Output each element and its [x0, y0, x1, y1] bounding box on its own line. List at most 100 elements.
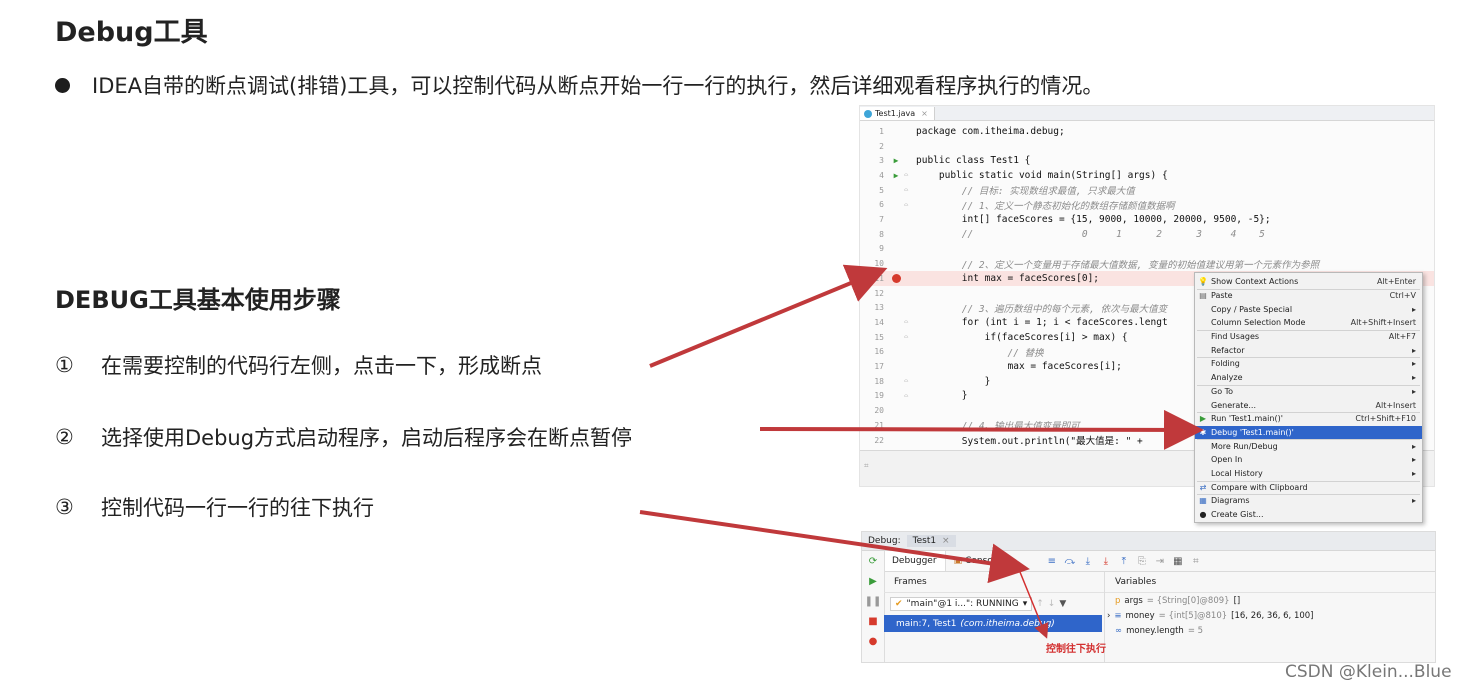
menu-item-refactor[interactable]: Refactor ▸: [1195, 344, 1422, 358]
line-number[interactable]: 22: [860, 436, 888, 445]
run-gutter-icon[interactable]: ▶: [894, 171, 899, 180]
evaluate-icon[interactable]: ▦: [1169, 556, 1187, 567]
close-icon[interactable]: ×: [942, 536, 950, 546]
stop-icon[interactable]: ■: [862, 611, 884, 631]
line-number[interactable]: 5: [860, 186, 888, 195]
structure-icon[interactable]: ⌗: [864, 461, 869, 471]
variable-type: = {String[0]@809}: [1146, 595, 1230, 606]
line-number[interactable]: 10: [860, 259, 888, 268]
rerun-icon[interactable]: ⟳: [862, 551, 884, 571]
gutter-run[interactable]: ▶: [888, 156, 904, 165]
fold-icon[interactable]: ⌓: [904, 201, 916, 209]
menu-item-copy-paste-special[interactable]: Copy / Paste Special ▸: [1195, 302, 1422, 316]
line-number[interactable]: 13: [860, 303, 888, 312]
fold-icon[interactable]: ⌓: [904, 392, 916, 400]
fold-icon[interactable]: ⌓: [904, 186, 916, 194]
run-gutter-icon[interactable]: ▶: [894, 156, 899, 165]
lightbulb-icon: 💡: [1198, 277, 1208, 287]
line-number[interactable]: 8: [860, 230, 888, 239]
run-to-cursor-icon[interactable]: ⇥: [1151, 556, 1169, 567]
code-line[interactable]: 5 ⌓ // 目标: 实现数组求最值, 只求最大值: [860, 183, 1434, 198]
menu-item-go-to[interactable]: Go To ▸: [1195, 385, 1422, 399]
line-number[interactable]: 1: [860, 127, 888, 136]
code-line[interactable]: 3 ▶ public class Test1 {: [860, 153, 1434, 168]
fold-icon[interactable]: ⌓: [904, 333, 916, 341]
variable-row[interactable]: › ≡ money = {int[5]@810} [16, 26, 36, 6, 100…: [1105, 608, 1435, 623]
fold-icon[interactable]: ⌓: [904, 318, 916, 326]
fold-icon[interactable]: ⌓: [904, 377, 916, 385]
frame-row[interactable]: main:7, Test1 (com.itheima.debug): [884, 615, 1102, 632]
line-number[interactable]: 6: [860, 200, 888, 209]
code-line[interactable]: 2: [860, 139, 1434, 154]
code-line[interactable]: 7 int[] faceScores = {15, 9000, 10000, 2…: [860, 212, 1434, 227]
code-line[interactable]: 4 ▶ ⌓ public static void main(String[] arg…: [860, 168, 1434, 183]
java-class-icon: [864, 109, 872, 118]
menu-item-local-history[interactable]: Local History ▸: [1195, 467, 1422, 481]
down-icon[interactable]: ↓: [1048, 599, 1056, 609]
step-out-icon[interactable]: ⤒: [1115, 556, 1133, 567]
line-number[interactable]: 3: [860, 156, 888, 165]
step-over-icon[interactable]: ⤼: [1061, 556, 1079, 567]
menu-item-more-run-debug[interactable]: More Run/Debug ▸: [1195, 439, 1422, 453]
view-breakpoints-icon[interactable]: ●: [862, 631, 884, 651]
code-line[interactable]: 1 package com.itheima.debug;: [860, 124, 1434, 139]
show-execution-point-icon[interactable]: ≡: [1043, 556, 1061, 567]
up-icon[interactable]: ↑: [1036, 599, 1044, 609]
line-number[interactable]: 4: [860, 171, 888, 180]
force-step-into-icon[interactable]: ⤓: [1097, 556, 1115, 567]
code-line[interactable]: 8 // 0 1 2 3 4 5: [860, 227, 1434, 242]
filter-icon[interactable]: ▼: [1059, 599, 1066, 609]
expand-icon[interactable]: ›: [1107, 611, 1110, 621]
menu-item-generate[interactable]: Generate... Alt+Insert: [1195, 398, 1422, 412]
line-number[interactable]: 21: [860, 421, 888, 430]
menu-item-diagrams[interactable]: ▦ Diagrams ▸: [1195, 494, 1422, 508]
step-number: ②: [55, 425, 74, 449]
code-line[interactable]: 6 ⌓ // 1、定义一个静态初始化的数组存储颜值数据啊: [860, 198, 1434, 213]
variable-row[interactable]: ∞ money.length = 5: [1105, 623, 1435, 638]
gutter-breakpoint[interactable]: [888, 273, 904, 283]
line-number[interactable]: 9: [860, 244, 888, 253]
line-number[interactable]: 11: [860, 274, 888, 283]
line-number[interactable]: 15: [860, 333, 888, 342]
code-line[interactable]: 10 // 2、定义一个变量用于存储最大值数据, 变量的初始值建议用第一个元素作…: [860, 256, 1434, 271]
menu-item-find-usages[interactable]: Find Usages Alt+F7: [1195, 330, 1422, 344]
menu-item-folding[interactable]: Folding ▸: [1195, 357, 1422, 371]
menu-item-show-context-actions[interactable]: 💡 Show Context Actions Alt+Enter: [1195, 275, 1422, 289]
pause-icon[interactable]: ❚❚: [862, 591, 884, 611]
editor-tab-test1[interactable]: Test1.java ×: [860, 107, 935, 120]
line-number[interactable]: 7: [860, 215, 888, 224]
code-text: System.out.println("最大值是: " +: [916, 436, 1149, 448]
menu-item-analyze[interactable]: Analyze ▸: [1195, 371, 1422, 385]
line-number[interactable]: 19: [860, 391, 888, 400]
tab-debugger[interactable]: Debugger: [884, 551, 946, 571]
menu-item-debug-test1-main[interactable]: ✱ Debug 'Test1.main()': [1195, 425, 1422, 440]
line-number[interactable]: 2: [860, 142, 888, 151]
variable-row[interactable]: p args = {String[0]@809}[]: [1105, 593, 1435, 608]
line-number[interactable]: 14: [860, 318, 888, 327]
line-number[interactable]: 18: [860, 377, 888, 386]
menu-item-label: Generate...: [1211, 400, 1256, 410]
menu-item-paste[interactable]: ▤ Paste Ctrl+V: [1195, 289, 1422, 303]
menu-item-run-test1-main[interactable]: ▶ Run 'Test1.main()' Ctrl+Shift+F10: [1195, 412, 1422, 426]
menu-item-label: More Run/Debug: [1211, 441, 1278, 451]
gutter-run[interactable]: ▶: [888, 171, 904, 180]
line-number[interactable]: 12: [860, 289, 888, 298]
code-line[interactable]: 9: [860, 242, 1434, 257]
breakpoint-icon[interactable]: [891, 273, 901, 283]
tab-console[interactable]: ▣ Console: [946, 551, 1009, 571]
menu-item-column-selection-mode[interactable]: Column Selection Mode Alt+Shift+Insert: [1195, 316, 1422, 330]
fold-icon[interactable]: ⌓: [904, 171, 916, 179]
line-number[interactable]: 17: [860, 362, 888, 371]
menu-item-open-in[interactable]: Open In ▸: [1195, 453, 1422, 467]
trace-icon[interactable]: ⌗: [1187, 556, 1205, 567]
menu-item-create-gist[interactable]: ● Create Gist...: [1195, 508, 1422, 522]
line-number[interactable]: 16: [860, 347, 888, 356]
thread-select[interactable]: ✔ "main"@1 i...": RUNNING ▾: [890, 597, 1033, 611]
resume-icon[interactable]: ▶: [862, 571, 884, 591]
close-icon[interactable]: ×: [921, 109, 928, 118]
drop-frame-icon[interactable]: ⎘: [1133, 556, 1151, 567]
menu-item-compare-with-clipboard[interactable]: ⇄ Compare with Clipboard: [1195, 481, 1422, 495]
debug-session-tab[interactable]: Test1 ×: [906, 535, 956, 547]
line-number[interactable]: 20: [860, 406, 888, 415]
step-into-icon[interactable]: ⤓: [1079, 556, 1097, 567]
